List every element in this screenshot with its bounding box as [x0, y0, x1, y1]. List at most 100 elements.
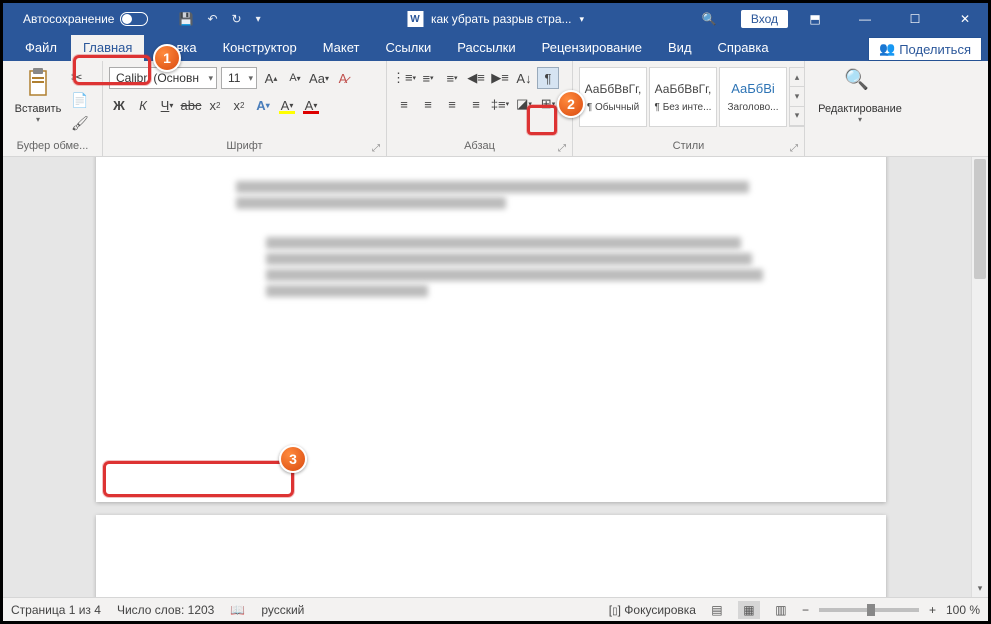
scroll-down-icon[interactable]: ▾	[972, 580, 988, 597]
ribbon: Вставить ▾ ✂ 📄 🖌 Буфер обме... Calibri (…	[3, 61, 988, 157]
share-icon: 👥	[879, 41, 895, 57]
copy-icon[interactable]: 📄	[71, 92, 89, 109]
status-bar: Страница 1 из 4 Число слов: 1203 📖 русск…	[3, 597, 988, 621]
editing-button[interactable]: 🔍 Редактирование ▾	[810, 63, 910, 124]
clear-format-button[interactable]: A̷	[333, 68, 353, 88]
search-icon[interactable]: 🔍	[702, 12, 717, 26]
increase-indent-button[interactable]: ▶≡	[489, 67, 511, 89]
maximize-button[interactable]: ☐	[892, 3, 938, 35]
bullets-button[interactable]: ⋮≡▾	[393, 67, 415, 89]
group-label-font: Шрифт	[226, 140, 262, 152]
zoom-in-button[interactable]: +	[929, 603, 936, 617]
zoom-level[interactable]: 100 %	[946, 603, 980, 617]
share-label: Поделиться	[899, 42, 971, 57]
title-bar: Автосохранение 💾 ↶ ↻ ▾ W как убрать разр…	[3, 3, 988, 35]
paragraph-launcher[interactable]: ⤢	[558, 143, 566, 154]
minimize-button[interactable]: —	[842, 3, 888, 35]
style-no-spacing[interactable]: АаБбВвГг, ¶ Без инте...	[649, 67, 717, 127]
borders-button[interactable]: ⊞▾	[537, 93, 559, 115]
shrink-font-button[interactable]: A▾	[285, 68, 305, 88]
numbering-button[interactable]: ≡▾	[417, 67, 439, 89]
cut-icon[interactable]: ✂	[71, 69, 89, 86]
vertical-scrollbar[interactable]: ▾	[971, 157, 988, 597]
multilevel-button[interactable]: ≡▾	[441, 67, 463, 89]
superscript-button[interactable]: x2	[229, 95, 249, 115]
strike-button[interactable]: abc	[181, 95, 201, 115]
title-dropdown-icon[interactable]: ▾	[579, 14, 584, 25]
word-count[interactable]: Число слов: 1203	[117, 603, 214, 617]
login-button[interactable]: Вход	[741, 10, 788, 28]
align-left-button[interactable]: ≡	[393, 93, 415, 115]
styles-scroll[interactable]: ▴▾▾	[789, 67, 805, 127]
autosave-toggle[interactable]	[120, 12, 148, 26]
format-painter-icon[interactable]: 🖌	[71, 115, 89, 132]
show-marks-button[interactable]: ¶	[537, 67, 559, 89]
tab-view[interactable]: Вид	[656, 35, 704, 61]
save-icon[interactable]: 💾	[178, 12, 193, 26]
badge-2: 2	[557, 90, 585, 118]
italic-button[interactable]: К	[133, 95, 153, 115]
find-icon: 🔍	[844, 67, 876, 99]
decrease-indent-button[interactable]: ◀≡	[465, 67, 487, 89]
font-color-button[interactable]: A▾	[301, 95, 321, 115]
print-layout-button[interactable]: ▦	[738, 601, 760, 619]
tab-references[interactable]: Ссылки	[373, 35, 443, 61]
line-spacing-button[interactable]: ‡≡▾	[489, 93, 511, 115]
clipboard-icon	[22, 67, 54, 99]
highlight-button[interactable]: A▾	[277, 95, 297, 115]
font-size-combo[interactable]: 11	[221, 67, 257, 89]
sort-button[interactable]: A↓	[513, 67, 535, 89]
group-label-styles: Стили	[673, 140, 705, 152]
editing-label: Редактирование	[818, 103, 902, 115]
spellcheck-icon[interactable]: 📖	[230, 603, 245, 617]
language-indicator[interactable]: русский	[261, 603, 304, 617]
grow-font-button[interactable]: A▴	[261, 68, 281, 88]
align-center-button[interactable]: ≡	[417, 93, 439, 115]
change-case-button[interactable]: Aa▾	[309, 68, 329, 88]
style-heading[interactable]: АаБбВі Заголово...	[719, 67, 787, 127]
document-title: как убрать разрыв стра...	[431, 12, 572, 26]
font-launcher[interactable]: ⤢	[372, 143, 380, 154]
text-effects-button[interactable]: A▾	[253, 95, 273, 115]
tab-mailings[interactable]: Рассылки	[445, 35, 527, 61]
tab-file[interactable]: Файл	[13, 35, 69, 61]
group-label-clipboard: Буфер обме...	[9, 138, 96, 156]
qat-more-icon[interactable]: ▾	[256, 14, 261, 25]
page-indicator[interactable]: Страница 1 из 4	[11, 603, 101, 617]
paste-label: Вставить	[15, 103, 62, 115]
underline-button[interactable]: Ч▾	[157, 95, 177, 115]
autosave-label: Автосохранение	[23, 12, 114, 26]
styles-launcher[interactable]: ⤢	[790, 143, 798, 154]
undo-icon[interactable]: ↶	[207, 12, 217, 26]
zoom-slider[interactable]	[819, 608, 919, 612]
group-label-paragraph: Абзац	[464, 140, 495, 152]
justify-button[interactable]: ≡	[465, 93, 487, 115]
redo-icon[interactable]: ↻	[232, 12, 242, 26]
paste-button[interactable]: Вставить ▾	[9, 63, 67, 124]
page-2[interactable]: ·················Разрыв страницы········…	[96, 515, 886, 597]
tab-layout[interactable]: Макет	[311, 35, 372, 61]
tab-help[interactable]: Справка	[706, 35, 781, 61]
close-button[interactable]: ✕	[942, 3, 988, 35]
ribbon-options-icon[interactable]: ⬒	[792, 3, 838, 35]
scrollbar-thumb[interactable]	[974, 159, 986, 279]
web-layout-button[interactable]: ▥	[770, 601, 792, 619]
document-area: ·················Разрыв страницы········…	[3, 157, 988, 597]
ribbon-tabs: Файл Главная вка Конструктор Макет Ссылк…	[3, 35, 988, 61]
tab-review[interactable]: Рецензирование	[530, 35, 654, 61]
word-icon: W	[407, 11, 423, 27]
read-mode-button[interactable]: ▤	[706, 601, 728, 619]
subscript-button[interactable]: x2	[205, 95, 225, 115]
share-button[interactable]: 👥 Поделиться	[868, 37, 982, 61]
style-normal[interactable]: АаБбВвГг, ¶ Обычный	[579, 67, 647, 127]
align-right-button[interactable]: ≡	[441, 93, 463, 115]
badge-1: 1	[153, 44, 181, 72]
bold-button[interactable]: Ж	[109, 95, 129, 115]
shading-button[interactable]: ◪▾	[513, 93, 535, 115]
badge-3: 3	[279, 445, 307, 473]
focus-mode[interactable]: [▯] Фокусировка	[609, 603, 696, 617]
zoom-out-button[interactable]: −	[802, 603, 809, 617]
tab-design[interactable]: Конструктор	[211, 35, 309, 61]
page-1[interactable]	[96, 157, 886, 502]
tab-home[interactable]: Главная	[71, 35, 144, 61]
